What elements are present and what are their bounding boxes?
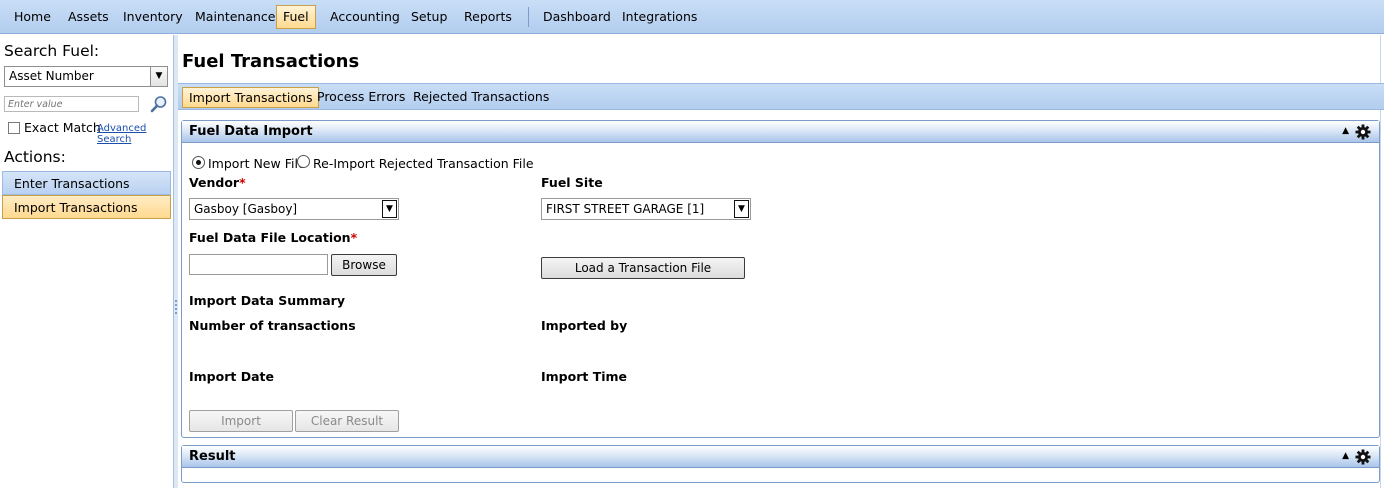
- menu-maintenance[interactable]: Maintenance: [189, 5, 282, 29]
- action-import-transactions[interactable]: Import Transactions: [2, 195, 171, 219]
- menu-accounting[interactable]: Accounting: [324, 5, 406, 29]
- vendor-label: Vendor*: [189, 175, 246, 190]
- fuel-site-label: Fuel Site: [541, 175, 603, 190]
- action-enter-transactions[interactable]: Enter Transactions: [2, 171, 171, 195]
- exact-match-checkbox[interactable]: [8, 122, 20, 134]
- advanced-search-link[interactable]: Advanced Search: [97, 123, 173, 145]
- main-menu-bar: Home Assets Inventory Maintenance Fuel A…: [0, 0, 1384, 34]
- required-marker: *: [239, 175, 246, 190]
- search-field-select[interactable]: Asset Number ▼: [4, 66, 168, 87]
- search-title: Search Fuel:: [4, 42, 100, 60]
- load-transaction-file-button[interactable]: Load a Transaction File: [541, 257, 745, 279]
- import-summary-title: Import Data Summary: [189, 293, 345, 308]
- import-time-label: Import Time: [541, 369, 628, 384]
- panel-header: Fuel Data Import ▲: [182, 121, 1379, 143]
- browse-button[interactable]: Browse: [331, 254, 397, 276]
- page-title: Fuel Transactions: [182, 51, 360, 72]
- tab-process-errors[interactable]: Process Errors: [311, 87, 411, 108]
- fuel-site-value: FIRST STREET GARAGE [1]: [546, 202, 705, 216]
- sub-tab-bar: Import Transactions Process Errors Rejec…: [178, 83, 1384, 110]
- menu-home[interactable]: Home: [8, 5, 57, 29]
- collapse-icon[interactable]: ▲: [1342, 451, 1349, 461]
- tab-import-transactions[interactable]: Import Transactions: [182, 87, 320, 108]
- search-input[interactable]: [4, 96, 139, 112]
- fuel-site-select[interactable]: FIRST STREET GARAGE [1] ▼: [541, 198, 751, 220]
- menu-integrations[interactable]: Integrations: [616, 5, 703, 29]
- panel-title: Result: [189, 449, 236, 464]
- panel-title: Fuel Data Import: [189, 124, 313, 139]
- actions-title: Actions:: [4, 148, 66, 166]
- import-button[interactable]: Import: [189, 410, 293, 432]
- menu-inventory[interactable]: Inventory: [117, 5, 189, 29]
- left-sidebar: Search Fuel: Asset Number ▼ Exact Match …: [0, 35, 174, 488]
- radio-reimport-rejected-label: Re-Import Rejected Transaction File: [313, 156, 534, 171]
- gear-icon[interactable]: [1355, 449, 1371, 465]
- menu-reports[interactable]: Reports: [458, 5, 518, 29]
- number-of-transactions-label: Number of transactions: [189, 318, 356, 333]
- menu-setup[interactable]: Setup: [405, 5, 453, 29]
- menu-separator: [528, 7, 529, 27]
- tab-rejected-transactions[interactable]: Rejected Transactions: [407, 87, 555, 108]
- result-panel: Result ▲: [181, 445, 1380, 483]
- search-icon[interactable]: [149, 94, 169, 114]
- radio-import-new-file-label: Import New File: [208, 156, 306, 171]
- imported-by-label: Imported by: [541, 318, 628, 333]
- file-location-input[interactable]: [189, 254, 328, 275]
- exact-match-label: Exact Match: [24, 120, 101, 135]
- chevron-down-icon[interactable]: ▼: [150, 67, 167, 86]
- search-field-value: Asset Number: [9, 69, 94, 83]
- vendor-value: Gasboy [Gasboy]: [194, 202, 298, 216]
- clear-result-button[interactable]: Clear Result: [295, 410, 399, 432]
- file-location-label: Fuel Data File Location*: [189, 230, 358, 245]
- required-marker: *: [350, 230, 358, 245]
- chevron-down-icon[interactable]: ▼: [382, 200, 397, 218]
- splitter-grip-icon[interactable]: [175, 300, 177, 314]
- fuel-data-import-panel: Fuel Data Import ▲ Import New File Re-Im…: [181, 120, 1380, 438]
- radio-reimport-rejected[interactable]: [297, 155, 310, 168]
- import-date-label: Import Date: [189, 369, 274, 384]
- gear-icon[interactable]: [1355, 124, 1371, 140]
- collapse-icon[interactable]: ▲: [1342, 126, 1349, 136]
- radio-import-new-file[interactable]: [192, 156, 205, 169]
- menu-assets[interactable]: Assets: [62, 5, 115, 29]
- menu-fuel[interactable]: Fuel: [276, 5, 316, 29]
- menu-dashboard[interactable]: Dashboard: [537, 5, 617, 29]
- chevron-down-icon[interactable]: ▼: [734, 200, 749, 218]
- vendor-select[interactable]: Gasboy [Gasboy] ▼: [189, 198, 399, 220]
- panel-header: Result ▲: [182, 446, 1379, 468]
